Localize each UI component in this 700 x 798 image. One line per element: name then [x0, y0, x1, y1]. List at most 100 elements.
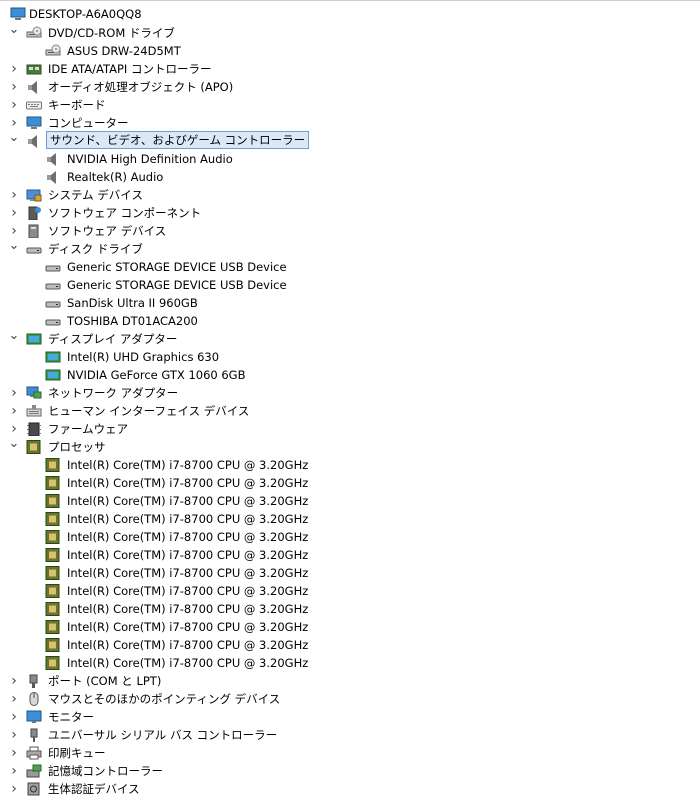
- category-row[interactable]: › コンピューター: [0, 114, 700, 132]
- category-row[interactable]: › ソフトウェア デバイス: [0, 222, 700, 240]
- processor-icon: [45, 512, 61, 526]
- category-row[interactable]: › 生体認証デバイス: [0, 780, 700, 798]
- tree-root-label: DESKTOP-A6A0QQ8: [29, 7, 142, 21]
- chevron-right-icon[interactable]: ›: [8, 672, 20, 690]
- chevron-right-icon[interactable]: ›: [8, 690, 20, 708]
- device-label: NVIDIA High Definition Audio: [67, 152, 233, 166]
- system-device-icon: [26, 188, 42, 202]
- device-label: Generic STORAGE DEVICE USB Device: [67, 260, 287, 274]
- speaker-icon: [45, 152, 61, 166]
- chevron-down-icon[interactable]: ⌄: [8, 437, 20, 456]
- chevron-right-icon[interactable]: ›: [8, 744, 20, 762]
- device-tree: DESKTOP-A6A0QQ8 ⌄ DVD/CD-ROM ドライブ ASUS DRW…: [0, 5, 700, 798]
- device-row[interactable]: Generic STORAGE DEVICE USB Device: [0, 258, 700, 276]
- category-label: 記憶域コントローラー: [48, 764, 163, 778]
- device-row[interactable]: Intel(R) Core(TM) i7-8700 CPU @ 3.20GHz: [0, 546, 700, 564]
- device-row[interactable]: Generic STORAGE DEVICE USB Device: [0, 276, 700, 294]
- device-row[interactable]: TOSHIBA DT01ACA200: [0, 312, 700, 330]
- category-row[interactable]: › ソフトウェア コンポーネント: [0, 204, 700, 222]
- category-row[interactable]: › ポート (COM と LPT): [0, 672, 700, 690]
- category-label: 印刷キュー: [48, 746, 106, 760]
- category-row[interactable]: › ヒューマン インターフェイス デバイス: [0, 402, 700, 420]
- device-label: Intel(R) Core(TM) i7-8700 CPU @ 3.20GHz: [67, 656, 309, 670]
- device-row[interactable]: Intel(R) Core(TM) i7-8700 CPU @ 3.20GHz: [0, 618, 700, 636]
- device-row[interactable]: NVIDIA GeForce GTX 1060 6GB: [0, 366, 700, 384]
- category-row[interactable]: › ネットワーク アダプター: [0, 384, 700, 402]
- category-row[interactable]: › オーディオ処理オブジェクト (APO): [0, 78, 700, 96]
- category-row[interactable]: › 印刷キュー: [0, 744, 700, 762]
- device-label: Intel(R) UHD Graphics 630: [67, 350, 220, 364]
- category-row[interactable]: ⌄ プロセッサ: [0, 437, 700, 456]
- disk-drive-icon: [45, 296, 61, 310]
- tree-root[interactable]: DESKTOP-A6A0QQ8: [0, 5, 700, 24]
- category-row[interactable]: ⌄ ディスプレイ アダプター: [0, 329, 700, 348]
- category-label: ポート (COM と LPT): [48, 674, 162, 688]
- device-row[interactable]: NVIDIA High Definition Audio: [0, 150, 700, 168]
- device-row[interactable]: Intel(R) Core(TM) i7-8700 CPU @ 3.20GHz: [0, 564, 700, 582]
- chevron-right-icon[interactable]: ›: [8, 204, 20, 222]
- category-row[interactable]: › マウスとそのほかのポインティング デバイス: [0, 690, 700, 708]
- software-device-icon: [26, 224, 42, 238]
- computer-icon: [10, 7, 26, 21]
- device-row[interactable]: Intel(R) UHD Graphics 630: [0, 348, 700, 366]
- device-row[interactable]: ASUS DRW-24D5MT: [0, 42, 700, 60]
- category-row[interactable]: › IDE ATA/ATAPI コントローラー: [0, 60, 700, 78]
- category-row[interactable]: ⌄ ディスク ドライブ: [0, 239, 700, 258]
- processor-icon: [26, 440, 42, 454]
- device-row[interactable]: Intel(R) Core(TM) i7-8700 CPU @ 3.20GHz: [0, 492, 700, 510]
- device-row[interactable]: Realtek(R) Audio: [0, 168, 700, 186]
- chevron-right-icon[interactable]: ›: [8, 726, 20, 744]
- processor-icon: [45, 548, 61, 562]
- device-row[interactable]: Intel(R) Core(TM) i7-8700 CPU @ 3.20GHz: [0, 600, 700, 618]
- display-adapter-icon: [45, 368, 61, 382]
- device-row[interactable]: SanDisk Ultra II 960GB: [0, 294, 700, 312]
- chevron-right-icon[interactable]: ›: [8, 780, 20, 798]
- chevron-down-icon[interactable]: ⌄: [8, 239, 20, 258]
- category-label: ディスプレイ アダプター: [48, 332, 178, 346]
- device-row[interactable]: Intel(R) Core(TM) i7-8700 CPU @ 3.20GHz: [0, 510, 700, 528]
- chevron-down-icon[interactable]: ⌄: [8, 23, 20, 42]
- category-row[interactable]: › 記憶域コントローラー: [0, 762, 700, 780]
- chevron-down-icon[interactable]: ⌄: [8, 131, 20, 150]
- chevron-down-icon[interactable]: ⌄: [8, 329, 20, 348]
- chevron-right-icon[interactable]: ›: [8, 402, 20, 420]
- device-label: Intel(R) Core(TM) i7-8700 CPU @ 3.20GHz: [67, 638, 309, 652]
- chevron-right-icon[interactable]: ›: [8, 708, 20, 726]
- chevron-right-icon[interactable]: ›: [8, 60, 20, 78]
- device-label: Realtek(R) Audio: [67, 170, 164, 184]
- chevron-right-icon[interactable]: ›: [8, 186, 20, 204]
- monitor-icon: [26, 710, 42, 724]
- device-row[interactable]: Intel(R) Core(TM) i7-8700 CPU @ 3.20GHz: [0, 654, 700, 672]
- device-label: Intel(R) Core(TM) i7-8700 CPU @ 3.20GHz: [67, 620, 309, 634]
- disk-drive-icon: [45, 278, 61, 292]
- chevron-right-icon[interactable]: ›: [8, 384, 20, 402]
- category-label: ネットワーク アダプター: [48, 386, 179, 400]
- device-row[interactable]: Intel(R) Core(TM) i7-8700 CPU @ 3.20GHz: [0, 636, 700, 654]
- category-row[interactable]: › ファームウェア: [0, 420, 700, 438]
- category-row[interactable]: › モニター: [0, 708, 700, 726]
- chevron-right-icon[interactable]: ›: [8, 78, 20, 96]
- category-row[interactable]: ⌄ サウンド、ビデオ、およびゲーム コントローラー: [0, 131, 700, 150]
- category-label: プロセッサ: [48, 440, 106, 454]
- chevron-right-icon[interactable]: ›: [8, 96, 20, 114]
- category-label: サウンド、ビデオ、およびゲーム コントローラー: [46, 131, 310, 149]
- category-label: ソフトウェア コンポーネント: [48, 206, 202, 220]
- device-row[interactable]: Intel(R) Core(TM) i7-8700 CPU @ 3.20GHz: [0, 528, 700, 546]
- category-label: ソフトウェア デバイス: [48, 224, 167, 238]
- display-adapter-icon: [45, 350, 61, 364]
- device-row[interactable]: Intel(R) Core(TM) i7-8700 CPU @ 3.20GHz: [0, 474, 700, 492]
- device-label: TOSHIBA DT01ACA200: [67, 314, 198, 328]
- category-row[interactable]: › システム デバイス: [0, 186, 700, 204]
- computer-icon: [26, 116, 42, 130]
- processor-icon: [45, 620, 61, 634]
- biometric-icon: [26, 782, 42, 796]
- software-component-icon: [26, 206, 42, 220]
- category-label: ファームウェア: [48, 422, 129, 436]
- category-row[interactable]: › キーボード: [0, 96, 700, 114]
- processor-icon: [45, 656, 61, 670]
- category-row[interactable]: › ユニバーサル シリアル バス コントローラー: [0, 726, 700, 744]
- chevron-right-icon[interactable]: ›: [8, 762, 20, 780]
- category-row[interactable]: ⌄ DVD/CD-ROM ドライブ: [0, 23, 700, 42]
- device-row[interactable]: Intel(R) Core(TM) i7-8700 CPU @ 3.20GHz: [0, 456, 700, 474]
- device-row[interactable]: Intel(R) Core(TM) i7-8700 CPU @ 3.20GHz: [0, 582, 700, 600]
